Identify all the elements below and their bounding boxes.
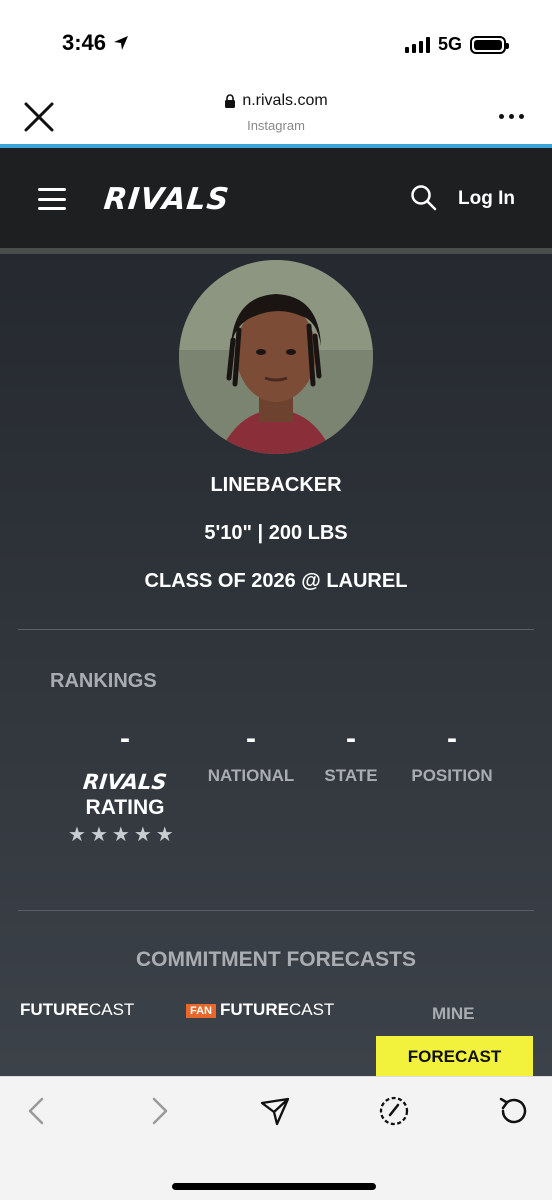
- url-text: n.rivals.com: [242, 92, 328, 109]
- divider: [18, 910, 534, 911]
- fan-futurecast-light: CAST: [288, 1000, 335, 1019]
- fan-badge: FAN: [186, 1003, 216, 1018]
- class-text: CLASS OF 2026 @ LAUREL: [144, 570, 408, 592]
- position-text: LINEBACKER: [210, 474, 342, 496]
- futurecast-light: CAST: [88, 1000, 135, 1019]
- fan-futurecast-tab[interactable]: FAN FUTURECAST: [186, 1000, 334, 1020]
- share-icon[interactable]: [259, 1095, 291, 1127]
- rating-value-col: -: [100, 722, 150, 756]
- star-icon: ★: [133, 824, 152, 846]
- back-icon[interactable]: [22, 1095, 54, 1127]
- forward-icon[interactable]: [142, 1095, 174, 1127]
- menu-icon[interactable]: [38, 188, 66, 210]
- more-options-icon[interactable]: [499, 114, 524, 119]
- location-arrow-icon: [114, 36, 129, 50]
- battery-icon: [470, 35, 509, 54]
- measurables-text: 5'10" | 200 LBS: [204, 522, 348, 544]
- reload-icon[interactable]: [497, 1095, 529, 1127]
- lock-icon: [225, 93, 236, 108]
- compass-icon[interactable]: [378, 1095, 410, 1127]
- search-icon[interactable]: [410, 184, 438, 212]
- star-rating: ★ ★ ★ ★ ★: [68, 822, 174, 847]
- national-label: NATIONAL: [207, 766, 295, 785]
- fan-futurecast-bold: FUTURE: [220, 1000, 289, 1019]
- rating-value: -: [120, 722, 130, 755]
- rivals-rating-logo: RIVALS: [81, 770, 169, 794]
- url-source: Instagram: [247, 117, 305, 133]
- home-indicator: [172, 1183, 376, 1190]
- rivals-logo[interactable]: RIVALS: [102, 182, 231, 217]
- national-rank: - NATIONAL: [196, 722, 306, 786]
- rating-label: RATING: [85, 796, 165, 819]
- national-value: -: [246, 722, 256, 755]
- clock-text: 3:46: [62, 30, 107, 55]
- position-label: POSITION: [411, 766, 493, 785]
- login-link[interactable]: Log In: [458, 188, 515, 210]
- star-icon: ★: [111, 824, 130, 846]
- rankings-title: RANKINGS: [50, 670, 157, 692]
- state-rank: - STATE: [316, 722, 386, 786]
- browser-toolbar: [0, 1076, 552, 1200]
- player-avatar: [179, 260, 373, 454]
- forecast-button[interactable]: FORECAST: [376, 1036, 533, 1076]
- site-header: RIVALS Log In: [0, 144, 552, 248]
- url-display[interactable]: n.rivals.com Instagram: [0, 92, 552, 133]
- status-time: 3:46: [62, 30, 130, 56]
- state-value: -: [346, 722, 356, 755]
- forecasts-title: COMMITMENT FORECASTS: [136, 948, 416, 971]
- state-label: STATE: [324, 766, 378, 785]
- status-bar: 3:46 5G: [0, 0, 552, 88]
- mine-tab[interactable]: MINE: [432, 1004, 475, 1024]
- divider: [18, 629, 534, 630]
- network-label: 5G: [437, 34, 462, 54]
- star-icon: ★: [155, 824, 174, 846]
- browser-bar: n.rivals.com Instagram: [0, 88, 552, 144]
- star-icon: ★: [89, 824, 108, 846]
- star-icon: ★: [68, 824, 86, 846]
- position-rank: - POSITION: [402, 722, 502, 786]
- futurecast-tab[interactable]: FUTURECAST: [20, 1000, 134, 1020]
- status-indicators: 5G: [404, 34, 509, 55]
- profile-content: LINEBACKER 5'10" | 200 LBS CLASS OF 2026…: [0, 248, 552, 1076]
- signal-icon: [404, 36, 430, 53]
- futurecast-bold: FUTURE: [20, 1000, 89, 1019]
- position-value: -: [447, 722, 457, 755]
